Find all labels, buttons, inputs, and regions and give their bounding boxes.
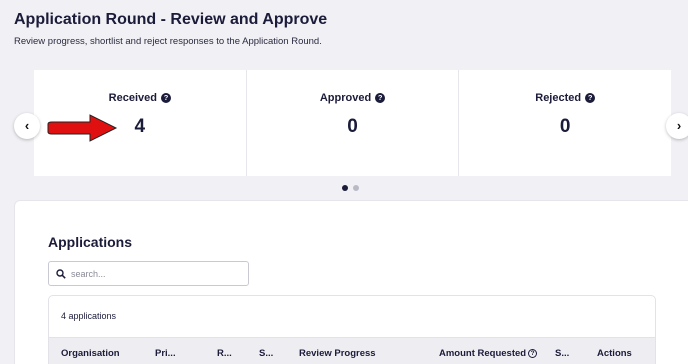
column-header[interactable]: S... — [259, 348, 273, 359]
carousel-pagination — [342, 185, 359, 191]
applications-count: 4 applications — [61, 311, 117, 321]
help-icon[interactable]: ? — [160, 93, 171, 103]
stat-label-approved: Approved — [319, 92, 372, 104]
chevron-right-icon: › — [676, 118, 682, 133]
stat-approved: Approved ? 0 — [247, 70, 460, 176]
carousel-prev-button[interactable]: ‹ — [14, 113, 40, 139]
column-header[interactable]: Review Progress — [299, 348, 376, 359]
page-subtitle: Review progress, shortlist and reject re… — [14, 36, 322, 47]
carousel-next-button[interactable]: › — [666, 113, 688, 139]
search-input[interactable] — [71, 268, 241, 279]
applications-title: Applications — [48, 234, 133, 250]
help-icon[interactable]: ? — [375, 93, 386, 103]
stat-label-received: Received — [108, 92, 157, 104]
stat-value-approved: 0 — [347, 116, 358, 137]
column-header-label: Amount Requested — [439, 348, 527, 359]
stats-carousel: Received ? 4 Approved ? 0 Rejected ? 0 — [34, 70, 671, 176]
column-header[interactable]: Pri... — [155, 348, 176, 359]
table-header: Organisation Pri... R... S... Review Pro… — [49, 337, 655, 364]
search-box — [48, 261, 249, 286]
column-header[interactable]: S... — [555, 348, 569, 359]
carousel-dot[interactable] — [342, 185, 348, 191]
column-header[interactable]: Organisation — [61, 348, 120, 359]
column-header[interactable]: Actions — [597, 348, 632, 359]
chevron-left-icon: ‹ — [24, 118, 30, 133]
stat-label-rejected: Rejected — [535, 92, 582, 104]
page-title: Application Round - Review and Approve — [14, 11, 328, 28]
carousel-dot[interactable] — [353, 185, 359, 191]
column-header[interactable]: R... — [217, 348, 232, 359]
search-icon — [56, 268, 66, 279]
help-icon[interactable]: ? — [528, 349, 538, 358]
applications-table: 4 applications Organisation Pri... R... … — [48, 295, 656, 364]
help-icon[interactable]: ? — [585, 93, 596, 103]
red-arrow-annotation — [47, 114, 118, 142]
stat-value-rejected: 0 — [559, 116, 571, 137]
column-header-amount[interactable]: Amount Requested? — [439, 348, 538, 359]
stat-rejected: Rejected ? 0 — [459, 70, 671, 176]
